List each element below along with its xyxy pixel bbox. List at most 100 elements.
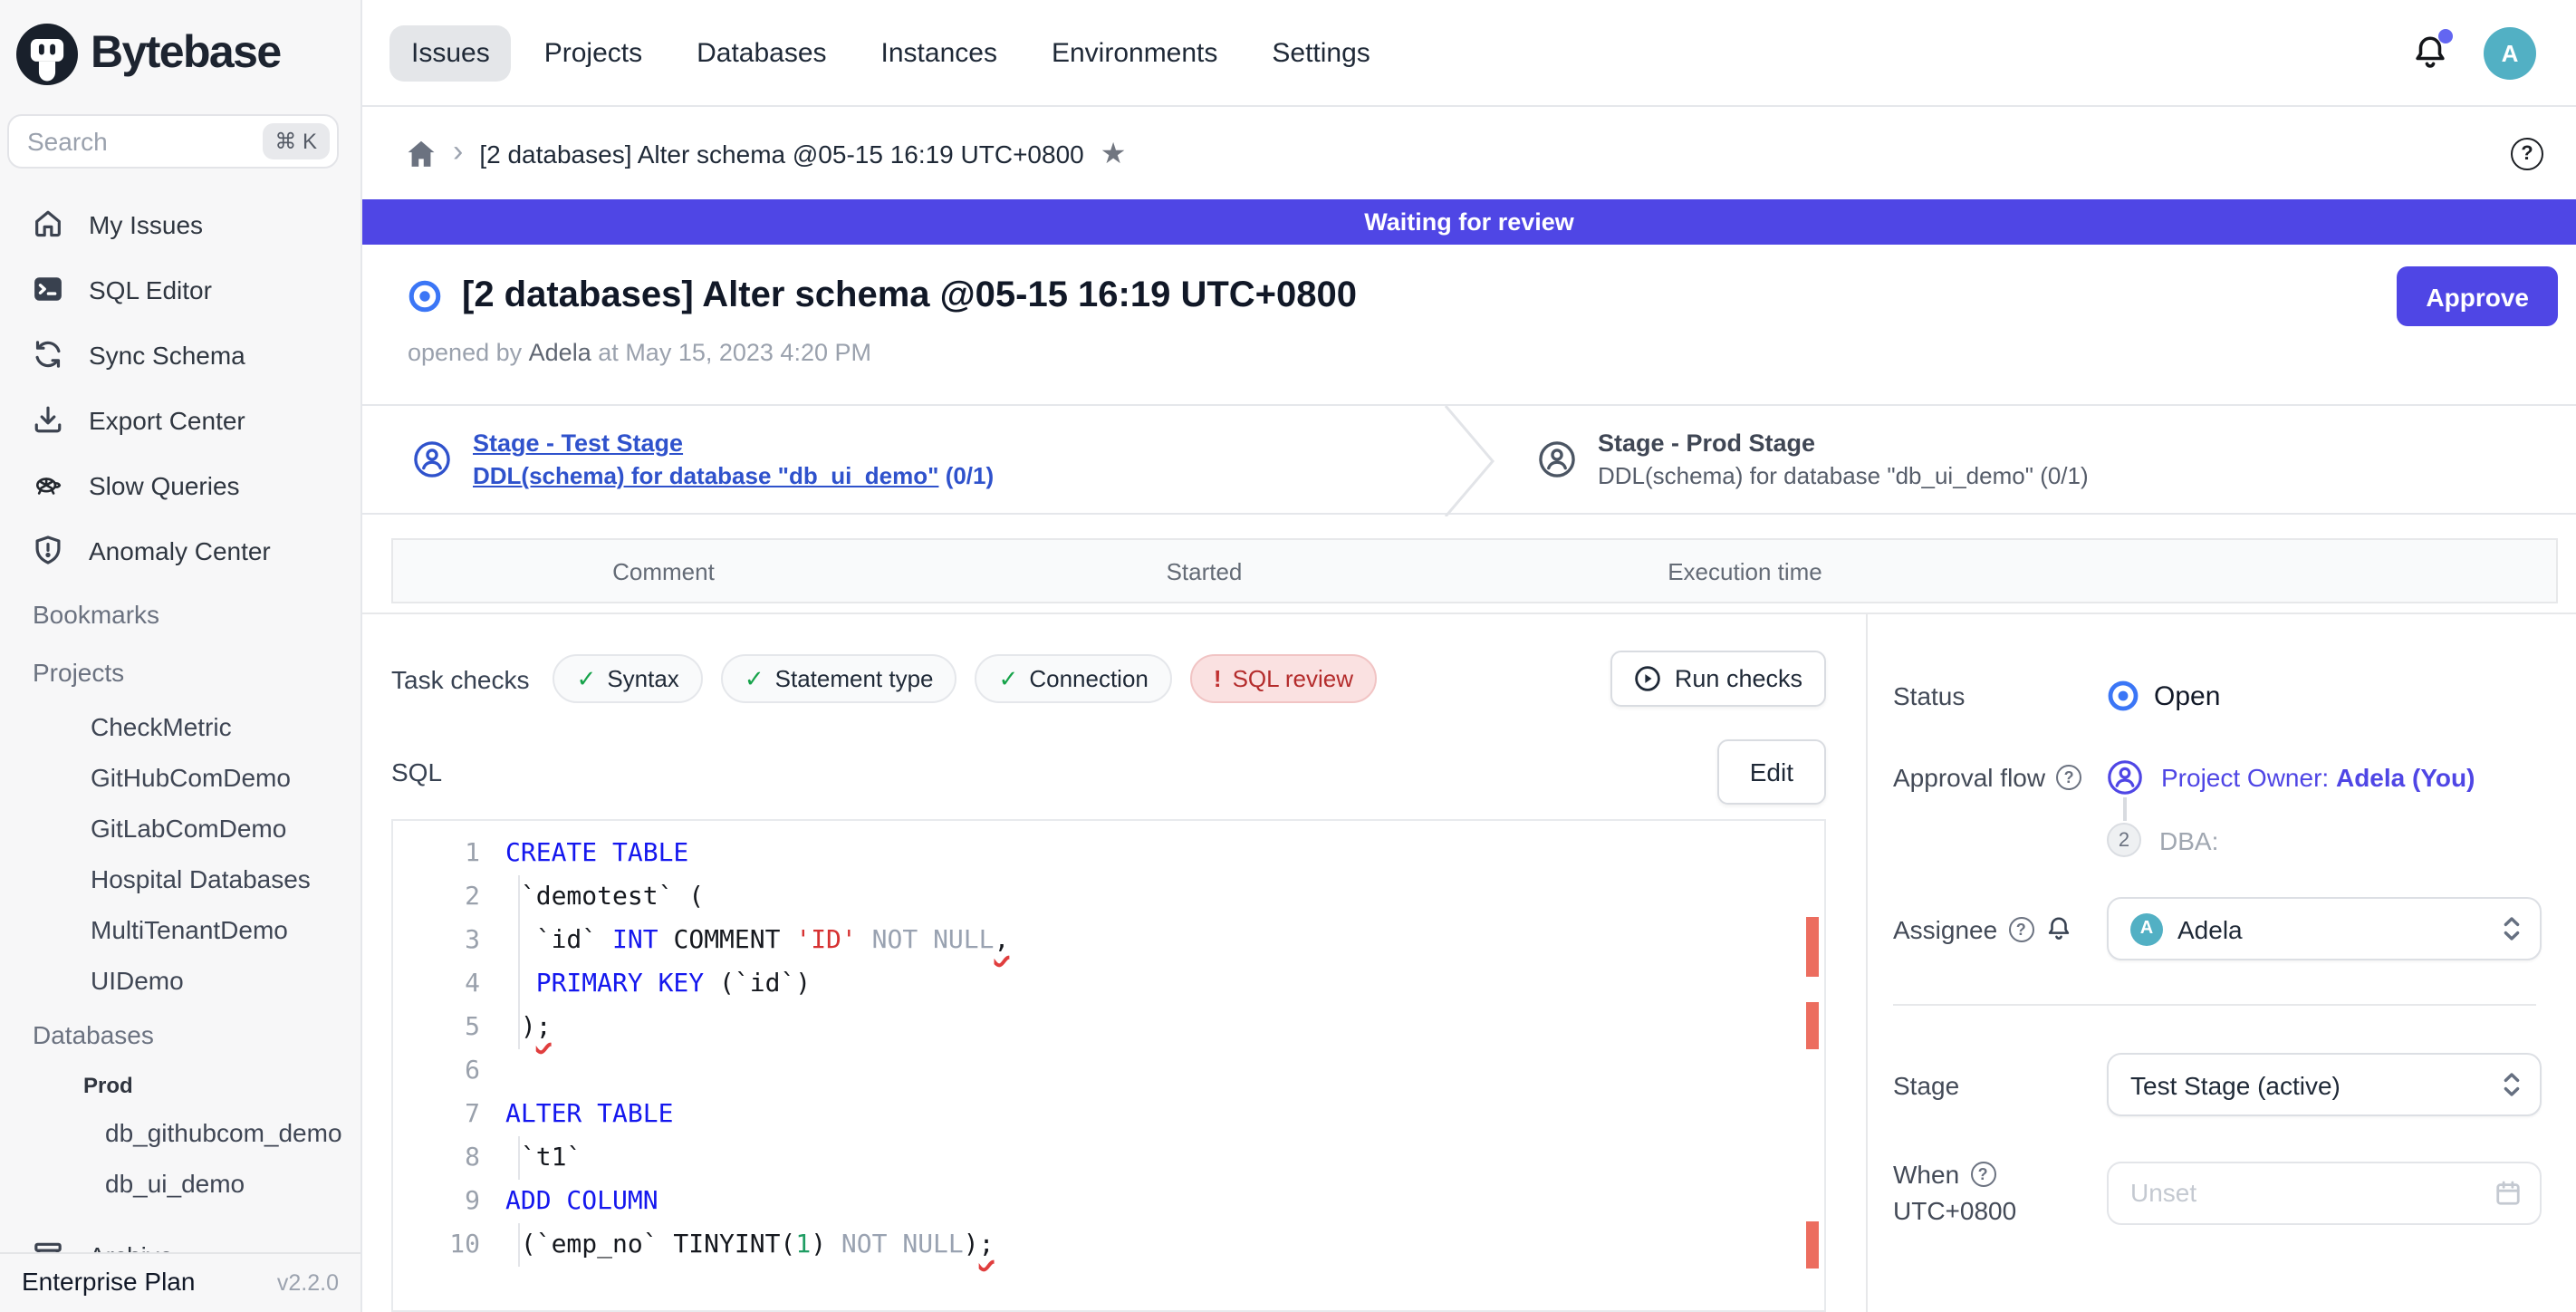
check-pill-syntax[interactable]: ✓Syntax — [553, 654, 703, 703]
check-pill-statement-type[interactable]: ✓Statement type — [721, 654, 957, 703]
code-line: 3 `id` INT COMMENT 'ID' NOT NULL, — [393, 919, 1824, 962]
when-datetime-input[interactable]: Unset — [2107, 1161, 2542, 1224]
sidebar-item-label: Anomaly Center — [89, 535, 271, 564]
line-content: (`emp_no` TINYINT(1) NOT NULL); — [505, 1223, 995, 1267]
column-header-execution-time: Execution time — [1475, 557, 2015, 584]
help-icon: ? — [2511, 137, 2543, 169]
stage-prod-stage[interactable]: Stage - Prod Stage DDL(schema) for datab… — [1496, 406, 2576, 513]
edit-sql-button[interactable]: Edit — [1717, 739, 1826, 805]
help-circle-icon[interactable]: ? — [2008, 916, 2033, 941]
sidebar-database-list: Proddb_githubcom_demodb_ui_demo — [0, 1064, 360, 1209]
divider — [1893, 1004, 2536, 1006]
notifications-button[interactable] — [2411, 33, 2451, 72]
open-status-icon — [2107, 680, 2139, 712]
line-number: 1 — [393, 832, 505, 875]
line-number: 3 — [393, 919, 505, 962]
task-checks-bar: Task checks ✓Syntax ✓Statement type ✓Conne… — [391, 651, 1826, 707]
stage-test-stage[interactable]: Stage - Test Stage DDL(schema) for datab… — [362, 406, 1442, 513]
stage-select[interactable]: Test Stage (active) — [2107, 1053, 2542, 1116]
assignee-select[interactable]: A Adela — [2107, 897, 2542, 960]
avatar[interactable]: A — [2484, 26, 2536, 79]
sidebar-item-label: Export Center — [89, 405, 245, 434]
stage-task-link[interactable]: DDL(schema) for database "db_ui_demo" (0… — [473, 462, 994, 489]
approval-flow-label: Approval flow — [1893, 763, 2045, 792]
sidebar-project-gitlabcomdemo[interactable]: GitLabComDemo — [0, 803, 360, 854]
sidebar-database-db_githubcom_demo[interactable]: db_githubcom_demo — [0, 1107, 360, 1158]
check-pill-label: Connection — [1029, 665, 1149, 692]
nav-tab-issues[interactable]: Issues — [389, 24, 512, 81]
issue-opened-at: May 15, 2023 4:20 PM — [625, 339, 871, 366]
updown-chevron-icon — [2502, 913, 2522, 944]
content: IssuesProjectsDatabasesInstancesEnvironm… — [362, 0, 2576, 1312]
plan-footer[interactable]: Enterprise Plan v2.2.0 — [0, 1252, 360, 1312]
approval-steps: Project Owner: Adela (You)2DBA: — [2107, 759, 2475, 857]
person-circle-icon — [2107, 759, 2143, 796]
sidebar-project-uidemo[interactable]: UIDemo — [0, 955, 360, 1006]
issue-header: [2 databases] Alter schema @05-15 16:19 … — [362, 245, 2576, 404]
top-nav: IssuesProjectsDatabasesInstancesEnvironm… — [389, 24, 1403, 81]
sql-editor-icon — [33, 274, 63, 304]
sidebar-item-slow-queries[interactable]: Slow Queries — [0, 453, 360, 516]
stage-select-row: Stage Test Stage (active) — [1893, 1053, 2576, 1116]
check-pill-connection[interactable]: ✓Connection — [976, 654, 1172, 703]
line-number: 10 — [393, 1223, 505, 1267]
approve-button[interactable]: Approve — [2397, 266, 2558, 326]
person-circle-icon — [1538, 440, 1576, 478]
help-circle-icon[interactable]: ? — [2056, 765, 2081, 790]
column-header-started: Started — [934, 557, 1475, 584]
sidebar-project-hospital-databases[interactable]: Hospital Databases — [0, 854, 360, 904]
play-circle-icon — [1635, 665, 1662, 692]
sidebar-item-sql-editor[interactable]: SQL Editor — [0, 257, 360, 321]
issue-title: [2 databases] Alter schema @05-15 16:19 … — [462, 275, 1357, 317]
sql-editor[interactable]: 1CREATE TABLE2 `demotest` (3 `id` INT CO… — [391, 819, 1826, 1312]
home-icon[interactable] — [406, 139, 437, 168]
person-circle-icon — [413, 440, 451, 478]
sidebar-project-checkmetric[interactable]: CheckMetric — [0, 701, 360, 752]
line-content: `id` INT COMMENT 'ID' NOT NULL, — [505, 919, 1009, 962]
sidebar-item-sync-schema[interactable]: Sync Schema — [0, 323, 360, 386]
stage-task-label: DDL(schema) for database "db_ui_demo" (0… — [1598, 462, 2089, 489]
code-lines: 1CREATE TABLE2 `demotest` (3 `id` INT CO… — [393, 832, 1824, 1267]
assignee-avatar: A — [2130, 912, 2163, 945]
sidebar-project-githubcomdemo[interactable]: GitHubComDemo — [0, 752, 360, 803]
run-checks-button[interactable]: Run checks — [1611, 651, 1826, 707]
nav-tab-settings[interactable]: Settings — [1250, 24, 1391, 81]
line-content: ); — [505, 1006, 552, 1049]
sidebar-main-items: My Issues SQL Editor Sync Schema Export Cen… — [0, 192, 360, 582]
sidebar-item-export-center[interactable]: Export Center — [0, 388, 360, 451]
task-checks-label: Task checks — [391, 664, 530, 693]
logo[interactable]: Bytebase — [0, 0, 360, 107]
plan-version: v2.2.0 — [277, 1270, 339, 1296]
star-icon[interactable]: ★ — [1101, 135, 1127, 171]
stage-pipeline: Stage - Test Stage DDL(schema) for datab… — [362, 404, 2576, 515]
sidebar-item-label: Slow Queries — [89, 470, 240, 499]
sidebar-project-multitenantdemo[interactable]: MultiTenantDemo — [0, 904, 360, 955]
issue-author[interactable]: Adela — [529, 339, 591, 366]
shield-icon — [33, 535, 63, 565]
banner-text: Waiting for review — [1364, 208, 1574, 236]
sidebar-item-anomaly-center[interactable]: Anomaly Center — [0, 518, 360, 582]
nav-tab-instances[interactable]: Instances — [860, 24, 1019, 81]
step-text: Project Owner: Adela (You) — [2161, 763, 2475, 792]
sql-section-label: SQL — [391, 757, 442, 786]
sidebar-item-label: SQL Editor — [89, 275, 212, 304]
help-button[interactable]: ? — [2511, 137, 2543, 169]
line-number: 7 — [393, 1093, 505, 1136]
step-connector — [2123, 797, 2126, 821]
help-circle-icon[interactable]: ? — [1970, 1162, 1995, 1187]
nav-tab-databases[interactable]: Databases — [675, 24, 848, 81]
status-value: Open — [2107, 680, 2220, 712]
sidebar-item-my-issues[interactable]: My Issues — [0, 192, 360, 256]
sidebar-section-bookmarks: Bookmarks — [0, 596, 360, 632]
stage-title[interactable]: Stage - Test Stage — [473, 429, 994, 457]
nav-tab-environments[interactable]: Environments — [1030, 24, 1239, 81]
subscribe-bell-icon[interactable] — [2044, 915, 2071, 942]
line-number: 4 — [393, 962, 505, 1006]
check-pill-sql-review[interactable]: !SQL review — [1190, 654, 1377, 703]
search-input[interactable]: Search ⌘ K — [7, 114, 339, 169]
code-line: 5 ); — [393, 1006, 1824, 1049]
sidebar-database-db_ui_demo[interactable]: db_ui_demo — [0, 1158, 360, 1209]
nav-tab-projects[interactable]: Projects — [523, 24, 664, 81]
calendar-icon — [2494, 1179, 2522, 1206]
stage-title[interactable]: Stage - Prod Stage — [1598, 429, 2089, 457]
